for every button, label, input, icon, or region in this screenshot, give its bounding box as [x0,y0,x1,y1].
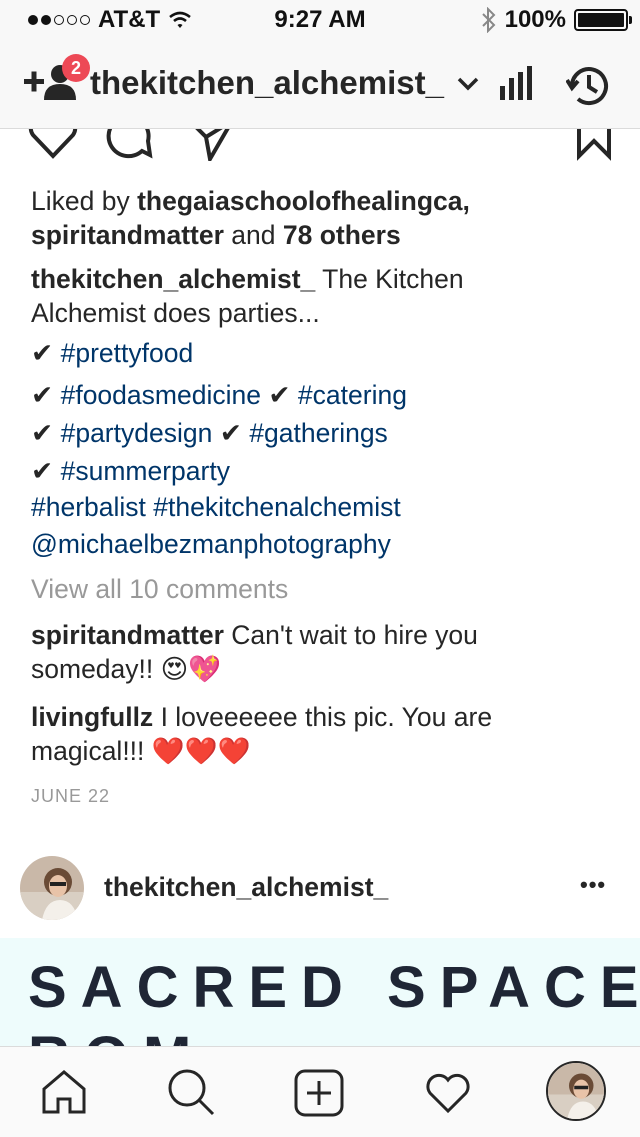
chevron-down-icon[interactable] [456,76,480,92]
check-mark-icon: ✔ [31,338,54,368]
battery-percent: 100% [504,6,566,33]
comment-icon[interactable] [104,129,154,161]
post-username[interactable]: thekitchen_alchemist_ [104,872,388,903]
profile-username[interactable]: thekitchen_alchemist_ [90,64,444,102]
post-image[interactable]: SACRED SPACE ROM [0,938,640,1046]
status-bar: AT&T 9:27 AM 100% [0,0,640,40]
check-mark-icon: ✔ [31,456,54,486]
liked-and: and [231,220,276,250]
next-post-header: thekitchen_alchemist_ ••• [0,842,640,938]
caption-username[interactable]: thekitchen_alchemist_ [31,264,315,294]
hashtag-link[interactable]: #foodasmedicine [61,380,261,410]
hashtag-line: ✔ #prettyfood [31,336,611,370]
comment-username[interactable]: livingfullz [31,702,153,732]
mention-link[interactable]: @michaelbezmanphotography [31,529,391,559]
check-mark-icon: ✔ [31,380,54,410]
banner-text: ROM [28,1024,205,1046]
hashtag-line: ✔ #partydesign ✔ #gatherings [31,416,611,450]
banner-text: SACRED SPACE [28,955,640,1020]
insights-icon[interactable] [498,66,534,102]
comment: spiritandmatter Can't wait to hire you s… [31,618,611,686]
status-right: 100% [481,6,632,34]
check-mark-icon: ✔ [219,418,242,448]
hashtag-link[interactable]: #catering [298,380,407,410]
caption-text: Alchemist does parties... [31,298,320,328]
hashtag-link[interactable]: #prettyfood [61,338,194,368]
check-mark-icon: ✔ [268,380,291,410]
heart-icon[interactable] [424,1071,472,1115]
comment-text: Can't wait to hire you [231,620,478,650]
comment-text: I loveeeeee this pic. You are [160,702,493,732]
hashtag-link[interactable]: #summerparty [61,456,230,486]
hashtag-link[interactable]: #gatherings [249,418,388,448]
like-icon[interactable] [28,129,78,161]
comment-text: magical!!! [31,736,145,766]
share-icon[interactable] [186,129,236,161]
bluetooth-icon [481,7,496,33]
comment-emoji: ❤️❤️❤️ [151,736,251,766]
comment-username[interactable]: spiritandmatter [31,620,224,650]
liked-others-link[interactable]: 78 others [283,220,401,250]
profile-avatar[interactable] [546,1061,606,1121]
check-mark-icon: ✔ [31,418,54,448]
follow-request-badge: 2 [62,54,90,82]
battery-icon [574,9,632,31]
hashtag-link[interactable]: #thekitchenalchemist [153,492,400,522]
caption: thekitchen_alchemist_ The Kitchen Alchem… [31,262,611,330]
liked-user-link[interactable]: spiritandmatter [31,220,224,250]
comment-emoji: 😍💖 [160,654,222,684]
archive-icon[interactable] [566,64,612,108]
liked-user-link[interactable]: thegaiaschoolofhealingca, [137,186,470,216]
home-icon[interactable] [40,1069,88,1115]
profile-header: 2 thekitchen_alchemist_ [0,40,640,129]
liked-by-label: Liked by [31,186,130,216]
more-options-icon[interactable]: ••• [580,872,606,898]
hashtag-line: ✔ #foodasmedicine ✔ #catering [31,378,611,412]
caption-text: The Kitchen [322,264,464,294]
hashtag-link[interactable]: #partydesign [61,418,213,448]
search-icon[interactable] [166,1067,216,1117]
post-date: JUNE 22 [31,786,111,806]
mention-line: @michaelbezmanphotography [31,527,611,561]
view-all-comments-link[interactable]: View all 10 comments [31,572,611,606]
likes-summary: Liked by thegaiaschoolofhealingca, spiri… [31,184,611,252]
hashtag-line: #herbalist #thekitchenalchemist [31,490,611,524]
add-post-icon[interactable] [294,1069,344,1117]
post-actions [0,129,640,163]
comment: livingfullz I loveeeeee this pic. You ar… [31,700,611,768]
hashtag-line: ✔ #summerparty [31,454,611,488]
hashtag-link[interactable]: #herbalist [31,492,146,522]
tab-bar [0,1046,640,1137]
avatar[interactable] [20,856,84,920]
comment-text: someday!! [31,654,154,684]
save-icon[interactable] [574,129,614,161]
